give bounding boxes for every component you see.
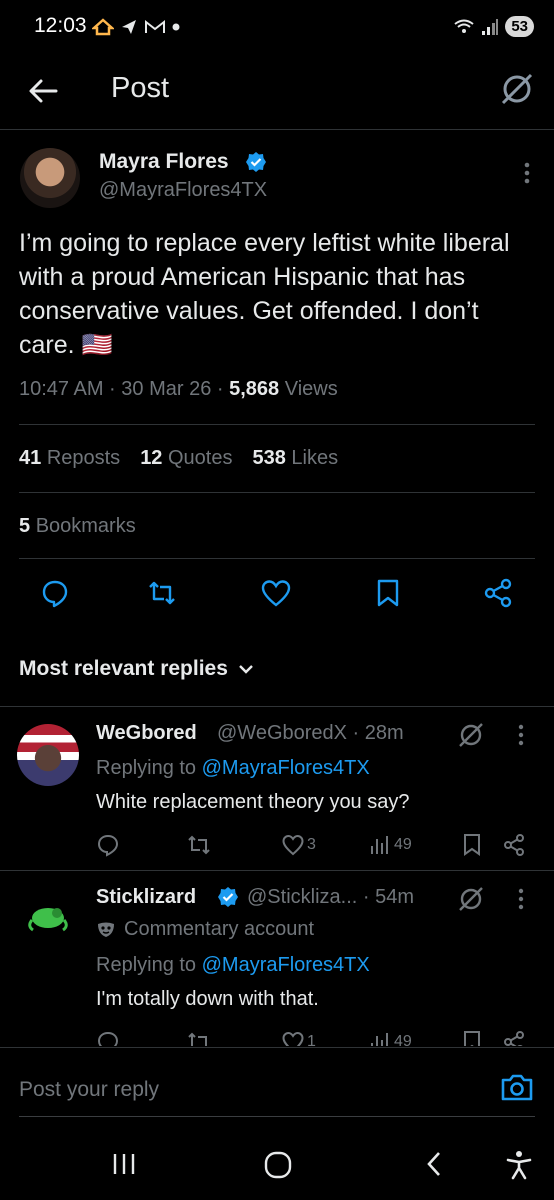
grok-icon[interactable] bbox=[500, 72, 534, 106]
likes-stat[interactable]: 538 Likes bbox=[252, 447, 338, 470]
system-nav-bar bbox=[0, 1130, 554, 1200]
reply-input[interactable]: Post your reply bbox=[19, 1078, 159, 1102]
share-icon[interactable] bbox=[502, 1030, 526, 1046]
views-button[interactable]: 49 bbox=[368, 1030, 412, 1046]
battery-icon: 53 bbox=[505, 16, 534, 37]
verified-badge-icon bbox=[217, 886, 239, 908]
back-arrow-icon[interactable] bbox=[26, 74, 60, 108]
like-button[interactable]: 3 bbox=[281, 833, 316, 857]
repost-icon[interactable] bbox=[145, 578, 179, 608]
status-left-icons bbox=[92, 18, 180, 36]
like-icon bbox=[281, 1030, 305, 1046]
status-time: 12:03 bbox=[34, 14, 87, 37]
page-title: Post bbox=[111, 72, 170, 104]
replying-to-link[interactable]: @MayraFlores4TX bbox=[202, 757, 370, 779]
status-bar: 12:03 53 bbox=[0, 0, 554, 56]
dot-icon bbox=[172, 23, 180, 31]
reply-author-name[interactable]: WeGbored bbox=[96, 722, 197, 745]
tweet-text: I’m going to replace every leftist white… bbox=[19, 229, 510, 359]
reply-text: I'm totally down with that. bbox=[96, 988, 319, 1010]
back-nav-icon[interactable] bbox=[423, 1150, 445, 1178]
divider bbox=[0, 706, 554, 707]
grok-icon[interactable] bbox=[458, 886, 484, 912]
divider bbox=[19, 424, 535, 425]
accessibility-icon[interactable] bbox=[505, 1150, 533, 1180]
header: Post bbox=[0, 56, 554, 130]
replies-sort-label: Most relevant replies bbox=[19, 657, 228, 680]
replies-sort-dropdown[interactable]: Most relevant replies bbox=[19, 657, 254, 681]
more-options-icon[interactable] bbox=[524, 162, 530, 184]
reply-icon[interactable] bbox=[96, 833, 120, 857]
views-button[interactable]: 49 bbox=[368, 833, 412, 857]
wifi-icon bbox=[453, 18, 475, 36]
reply-icon[interactable] bbox=[40, 578, 70, 608]
reply-handle-time[interactable]: @WeGboredX · 28m bbox=[217, 722, 404, 745]
author-avatar[interactable] bbox=[20, 148, 80, 208]
status-right-icons: 53 bbox=[453, 16, 534, 37]
tweet-timestamp: 10:47 AM · 30 Mar 26 · bbox=[19, 378, 230, 400]
reply-handle-time[interactable]: @Sticklizа... · 54m bbox=[247, 886, 414, 909]
reply-author-name[interactable]: Sticklizard bbox=[96, 886, 196, 909]
like-count: 1 bbox=[307, 1033, 316, 1046]
bookmarks-stat[interactable]: 5 Bookmarks bbox=[19, 515, 136, 538]
reply-composer: Post your reply bbox=[0, 1047, 554, 1117]
replying-to-link[interactable]: @MayraFlores4TX bbox=[202, 954, 370, 976]
replying-to: Replying to @MayraFlores4TX bbox=[96, 757, 370, 779]
views-count: 5,868 bbox=[229, 378, 280, 400]
like-button[interactable]: 1 bbox=[281, 1030, 316, 1046]
like-count: 3 bbox=[307, 836, 316, 853]
reply-avatar[interactable] bbox=[17, 724, 79, 786]
reply-actions: 1 49 bbox=[96, 1030, 536, 1046]
views-count: 49 bbox=[394, 1033, 412, 1046]
share-icon[interactable] bbox=[502, 833, 526, 857]
reply-avatar[interactable] bbox=[17, 886, 79, 948]
verified-badge-icon bbox=[245, 151, 267, 173]
author-name[interactable]: Mayra Flores bbox=[99, 150, 229, 174]
signal-icon bbox=[481, 18, 499, 36]
bookmark-icon[interactable] bbox=[462, 833, 482, 857]
repost-icon[interactable] bbox=[186, 833, 212, 857]
bookmark-icon[interactable] bbox=[375, 578, 401, 608]
home-icon bbox=[92, 18, 114, 36]
reposts-stat[interactable]: 41 Reposts bbox=[19, 447, 120, 470]
tweet-meta: 10:47 AM · 30 Mar 26 · 5,868 Views bbox=[19, 378, 338, 401]
author-handle[interactable]: @MayraFlores4TX bbox=[99, 179, 267, 202]
camera-icon[interactable] bbox=[500, 1072, 534, 1102]
gmail-icon bbox=[144, 19, 166, 35]
views-icon bbox=[368, 1030, 392, 1046]
chevron-down-icon bbox=[238, 663, 254, 675]
reply-text: White replacement theory you say? bbox=[96, 791, 410, 813]
reply-icon[interactable] bbox=[96, 1030, 120, 1046]
engagement-stats: 41 Reposts 12 Quotes 538 Likes bbox=[19, 447, 338, 470]
account-label: Commentary account bbox=[96, 918, 314, 941]
reply-actions: 3 49 bbox=[96, 833, 536, 859]
more-options-icon[interactable] bbox=[518, 888, 524, 910]
send-icon bbox=[120, 18, 138, 36]
repost-icon[interactable] bbox=[186, 1030, 212, 1046]
more-options-icon[interactable] bbox=[518, 724, 524, 746]
divider bbox=[19, 558, 535, 559]
views-count: 49 bbox=[394, 836, 412, 853]
quotes-stat[interactable]: 12 Quotes bbox=[140, 447, 232, 470]
like-icon[interactable] bbox=[260, 578, 292, 608]
bookmark-icon[interactable] bbox=[462, 1030, 482, 1046]
home-button-icon[interactable] bbox=[263, 1150, 293, 1180]
grok-icon[interactable] bbox=[458, 722, 484, 748]
share-icon[interactable] bbox=[483, 578, 513, 608]
views-label: Views bbox=[279, 378, 338, 400]
tweet-actions bbox=[0, 578, 554, 618]
like-icon bbox=[281, 833, 305, 857]
mask-icon bbox=[96, 921, 116, 939]
divider bbox=[0, 870, 554, 871]
recent-apps-icon[interactable] bbox=[111, 1150, 137, 1178]
views-icon bbox=[368, 833, 392, 857]
divider bbox=[19, 1116, 535, 1117]
replying-to: Replying to @MayraFlores4TX bbox=[96, 954, 370, 976]
divider bbox=[19, 492, 535, 493]
